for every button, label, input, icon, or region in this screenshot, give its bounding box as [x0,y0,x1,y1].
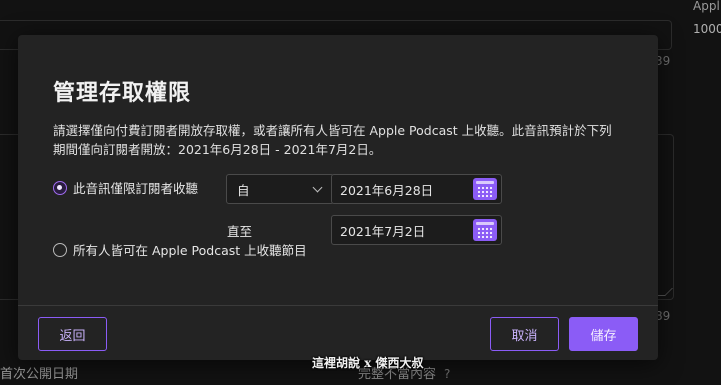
dialog-footer-divider [18,305,658,306]
start-date-field[interactable]: 2021年6月28日 [331,174,502,204]
first-publish-date-label: 首次公開日期 [0,367,79,382]
calendar-icon[interactable] [473,178,497,200]
background-right-value: 1000 [693,22,721,36]
option-subscribers-only-label: 此音訊僅限訂閱者收聽 [73,181,199,196]
resize-handle-icon [657,288,673,296]
end-date-field[interactable]: 2021年7月2日 [331,215,502,245]
cancel-button[interactable]: 取消 [490,317,559,351]
option-subscribers-only[interactable]: 此音訊僅限訂閱者收聽 [53,178,198,197]
dialog-title: 管理存取權限 [53,81,192,106]
watermark-text: 這裡胡說 x 傑西大叔 [312,356,424,370]
dialog-description: 請選擇僅向付費訂閱者開放存取權，或者讓所有人皆可在 Apple Podcast … [53,123,612,157]
save-button[interactable]: 儲存 [569,317,638,351]
manage-access-dialog: 管理存取權限 請選擇僅向付費訂閱者開放存取權，或者讓所有人皆可在 Apple P… [18,35,658,360]
from-select[interactable]: 自 [226,174,334,204]
end-date-value: 2021年7月2日 [340,223,426,239]
until-label: 直至 [227,224,253,239]
back-button[interactable]: 返回 [38,317,107,351]
option-everyone-label: 所有人皆可在 Apple Podcast 上收聽節目 [73,243,307,258]
calendar-icon[interactable] [473,219,497,241]
page: Appl 1000 39 89 首次公開日期 完整不當內容? 管理存取權限 請選… [0,0,721,385]
radio-button-selected[interactable] [53,180,67,195]
help-icon[interactable]: ? [444,367,450,381]
option-everyone[interactable]: 所有人皆可在 Apple Podcast 上收聽節目 [53,240,307,259]
start-date-value: 2021年6月28日 [340,182,434,198]
from-select-value: 自 [237,182,250,198]
chevron-down-icon [312,182,323,192]
background-right-label: Appl [693,0,720,13]
radio-button-unselected[interactable] [53,242,67,257]
